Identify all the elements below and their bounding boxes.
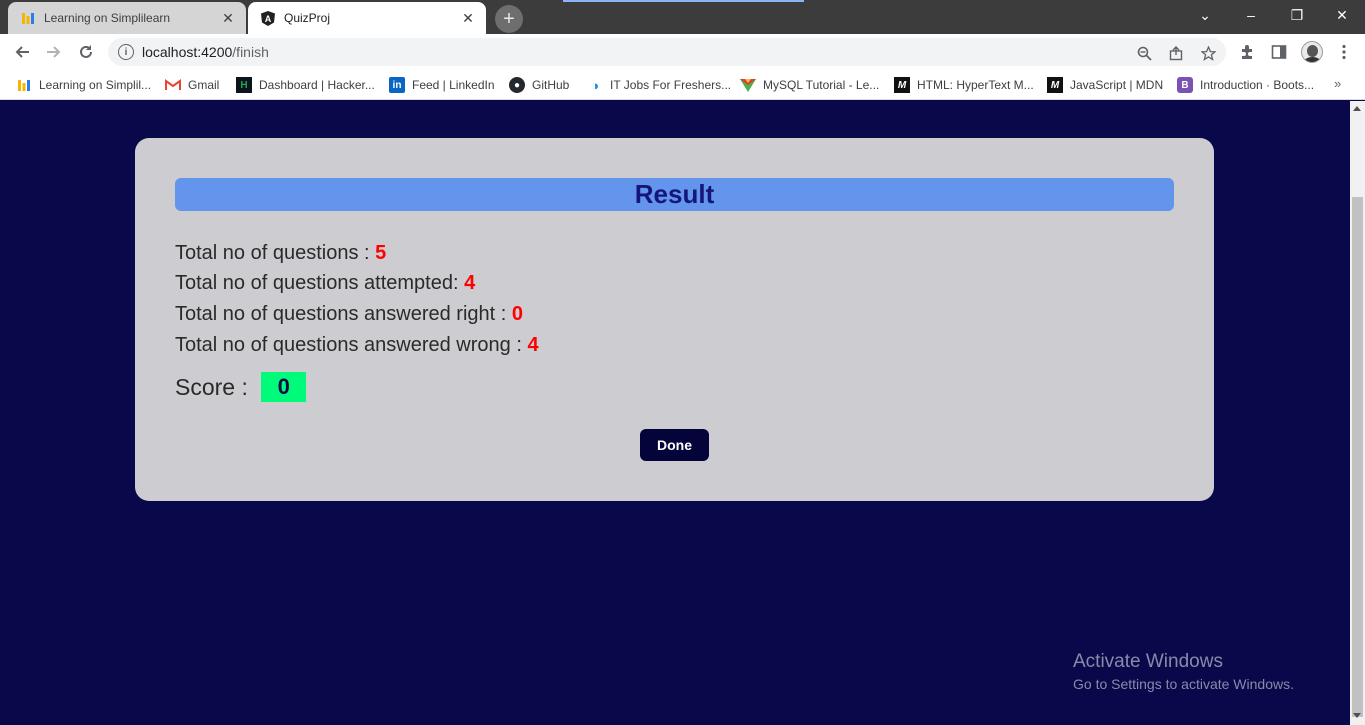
linkedin-icon: in xyxy=(389,77,405,93)
bookmarks-bar: Learning on Simplil... Gmail H Dashboard… xyxy=(0,70,1365,100)
vertical-scrollbar[interactable] xyxy=(1350,101,1365,725)
tab-quizproj[interactable]: A QuizProj ✕ xyxy=(248,2,486,34)
scroll-down-arrow-icon[interactable] xyxy=(1353,713,1361,718)
bookmark-star-icon[interactable] xyxy=(1197,42,1219,64)
bookmark-bootstrap[interactable]: B Introduction · Boots... xyxy=(1177,76,1314,94)
scrollbar-thumb[interactable] xyxy=(1352,197,1363,717)
bookmark-label: GitHub xyxy=(532,78,570,92)
more-bookmarks-chevron-icon[interactable]: » xyxy=(1334,76,1341,91)
bookmark-gmail[interactable]: Gmail xyxy=(165,76,219,94)
tab-simplilearn[interactable]: Learning on Simplilearn ✕ xyxy=(8,2,246,34)
stat-label: Total no of questions attempted: xyxy=(175,272,465,294)
close-icon[interactable]: ✕ xyxy=(458,8,478,28)
bookmark-label: Introduction · Boots... xyxy=(1200,78,1315,92)
bookmark-mdn-javascript[interactable]: M JavaScript | MDN xyxy=(1047,76,1163,94)
bookmark-label: MySQL Tutorial - Le... xyxy=(763,78,880,92)
browser-toolbar: i localhost:4200/finish xyxy=(0,34,1365,70)
jobs-icon: ◑ xyxy=(591,77,599,93)
right-answers-row: Total no of questions answered right : 0 xyxy=(175,303,523,326)
page-viewport: Result Total no of questions : 5 Total n… xyxy=(0,101,1350,725)
bookmark-hackerrank[interactable]: H Dashboard | Hacker... xyxy=(236,76,375,94)
menu-kebab-icon[interactable] xyxy=(1332,40,1356,64)
tab-title: QuizProj xyxy=(284,11,331,25)
url-text: localhost:4200/finish xyxy=(142,44,269,60)
github-icon: ● xyxy=(509,77,525,93)
minimize-button[interactable]: – xyxy=(1228,0,1274,30)
bookmark-label: Dashboard | Hacker... xyxy=(259,78,375,92)
tab-title: Learning on Simplilearn xyxy=(44,11,171,25)
hackerrank-icon: H xyxy=(236,77,252,93)
new-tab-button[interactable]: + xyxy=(495,5,523,33)
extensions-icon[interactable] xyxy=(1235,40,1259,64)
stat-label: Total no of questions answered wrong : xyxy=(175,334,528,356)
mdn-icon: M xyxy=(894,77,910,93)
score-value: 0 xyxy=(261,372,307,402)
bookmark-github[interactable]: ● GitHub xyxy=(509,76,569,94)
watermark-subtitle: Go to Settings to activate Windows. xyxy=(1073,676,1294,692)
gmail-icon xyxy=(165,77,181,93)
bookmark-label: Feed | LinkedIn xyxy=(412,78,495,92)
simplilearn-icon xyxy=(20,10,36,26)
stat-label: Total no of questions answered right : xyxy=(175,303,512,325)
restore-button[interactable]: ❐ xyxy=(1274,0,1320,30)
bookmark-simplilearn[interactable]: Learning on Simplil... xyxy=(16,76,151,94)
loading-progress-line xyxy=(563,0,804,2)
bookmark-mdn-html[interactable]: M HTML: HyperText M... xyxy=(894,76,1034,94)
window-close-button[interactable]: ✕ xyxy=(1319,0,1365,30)
bookmark-linkedin[interactable]: in Feed | LinkedIn xyxy=(389,76,495,94)
stat-label: Total no of questions : xyxy=(175,242,376,264)
bookmark-it-jobs[interactable]: ◑ IT Jobs For Freshers... xyxy=(587,76,731,94)
bookmark-label: IT Jobs For Freshers... xyxy=(610,78,732,92)
zoom-icon[interactable] xyxy=(1133,42,1155,64)
mysql-icon xyxy=(740,77,756,93)
bookmark-label: HTML: HyperText M... xyxy=(917,78,1034,92)
watermark-title: Activate Windows xyxy=(1073,651,1223,672)
url-path: /finish xyxy=(232,44,269,60)
wrong-answers-row: Total no of questions answered wrong : 4 xyxy=(175,334,539,357)
result-card: Result Total no of questions : 5 Total n… xyxy=(135,138,1214,501)
result-title: Result xyxy=(634,179,715,209)
bookmark-label: Learning on Simplil... xyxy=(39,78,152,92)
svg-text:A: A xyxy=(265,14,272,24)
simplilearn-icon xyxy=(16,77,32,93)
tab-strip: Learning on Simplilearn ✕ A QuizProj ✕ +… xyxy=(0,0,1365,34)
reload-icon[interactable] xyxy=(72,38,100,66)
tab-search-dropdown-icon[interactable]: ⌄ xyxy=(1182,0,1228,30)
score-row: Score : 0 xyxy=(175,372,307,402)
back-arrow-icon[interactable] xyxy=(8,38,36,66)
total-questions-row: Total no of questions : 5 xyxy=(175,242,386,265)
activate-windows-watermark: Activate Windows Go to Settings to activ… xyxy=(1073,651,1294,692)
bookmark-label: Gmail xyxy=(188,78,220,92)
bookmark-mysql[interactable]: MySQL Tutorial - Le... xyxy=(740,76,879,94)
done-button[interactable]: Done xyxy=(640,429,709,461)
profile-avatar[interactable] xyxy=(1301,41,1323,63)
total-questions-value: 5 xyxy=(375,242,387,264)
share-icon[interactable] xyxy=(1165,42,1187,64)
score-label: Score : xyxy=(175,373,255,400)
wrong-answers-value: 4 xyxy=(527,334,539,356)
result-header: Result xyxy=(175,178,1174,211)
attempted-questions-row: Total no of questions attempted: 4 xyxy=(175,272,475,295)
angular-icon: A xyxy=(260,10,276,26)
address-bar[interactable]: i localhost:4200/finish xyxy=(108,38,1226,66)
right-answers-value: 0 xyxy=(511,303,523,325)
site-info-icon[interactable]: i xyxy=(118,44,134,60)
mdn-icon: M xyxy=(1047,77,1063,93)
close-icon[interactable]: ✕ xyxy=(218,8,238,28)
bookmark-label: JavaScript | MDN xyxy=(1070,78,1164,92)
forward-arrow-icon[interactable] xyxy=(40,38,68,66)
attempted-questions-value: 4 xyxy=(464,272,476,294)
side-panel-icon[interactable] xyxy=(1267,40,1291,64)
url-host: localhost:4200 xyxy=(142,44,233,60)
bootstrap-icon: B xyxy=(1177,77,1193,93)
scroll-up-arrow-icon[interactable] xyxy=(1353,106,1361,111)
